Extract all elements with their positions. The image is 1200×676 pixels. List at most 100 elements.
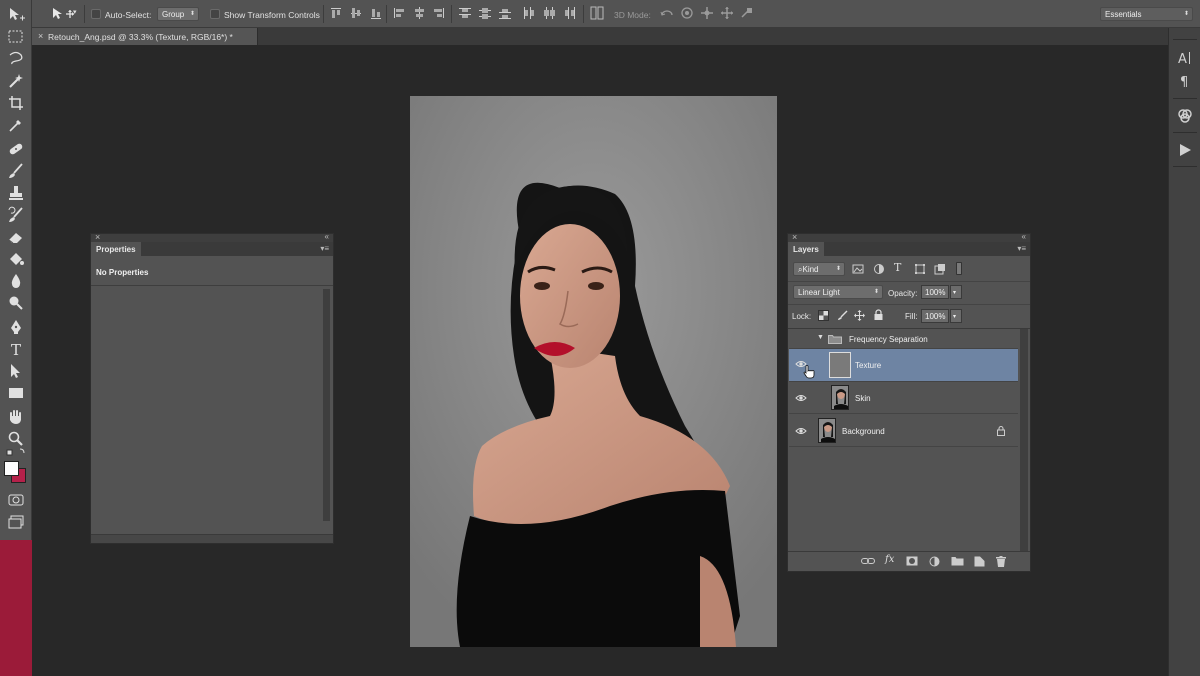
delete-layer-icon[interactable] [996, 556, 1006, 567]
align-hcenter-icon[interactable] [413, 6, 425, 20]
layer-list: ▼ Frequency Separation Texture Skin Back… [788, 329, 1020, 551]
add-layer-style-icon[interactable]: fx [885, 554, 894, 565]
new-adjustment-layer-icon[interactable] [929, 556, 940, 567]
path-selection-tool-icon[interactable] [6, 362, 26, 380]
close-tab-icon[interactable]: × [38, 31, 43, 41]
3d-rotate-icon[interactable] [659, 6, 675, 20]
paint-bucket-tool-icon[interactable] [6, 250, 26, 268]
crop-tool-icon[interactable] [6, 94, 26, 112]
swap-colors-icon[interactable] [6, 447, 26, 459]
visibility-eye-icon[interactable] [795, 427, 807, 435]
panel-menu-icon[interactable]: ▾≡ [320, 244, 329, 253]
distribute-bottom-icon[interactable] [498, 6, 512, 20]
foreground-color-swatch[interactable] [4, 461, 19, 476]
auto-select-dropdown[interactable]: Group ⬍ [157, 7, 199, 21]
distribute-right-icon[interactable] [562, 6, 576, 20]
document-canvas[interactable] [410, 96, 777, 647]
filter-pixel-icon[interactable] [852, 263, 864, 275]
3d-pan-icon[interactable] [700, 6, 714, 20]
lock-all-icon[interactable] [873, 309, 884, 321]
blur-tool-icon[interactable] [6, 272, 26, 290]
clone-stamp-tool-icon[interactable] [6, 184, 26, 202]
layer-thumbnail [818, 418, 836, 443]
show-transform-checkbox[interactable] [210, 9, 220, 19]
filter-adjustment-icon[interactable] [873, 263, 885, 275]
properties-scrollbar[interactable] [323, 289, 330, 521]
align-bottom-icon[interactable] [370, 6, 382, 20]
tab-properties[interactable]: Properties [91, 242, 141, 256]
filter-type-icon[interactable]: T [894, 261, 901, 274]
close-panel-icon[interactable]: × [792, 232, 797, 242]
blend-mode-dropdown[interactable]: Linear Light ⬍ [793, 285, 883, 299]
eraser-tool-icon[interactable] [6, 228, 26, 246]
auto-align-icon[interactable] [590, 6, 604, 20]
distribute-left-icon[interactable] [522, 6, 536, 20]
panel-menu-icon[interactable]: ▾≡ [1017, 244, 1026, 253]
fill-slider-arrow-icon[interactable]: ▾ [950, 309, 962, 323]
document-tab[interactable]: × Retouch_Ang.psd @ 33.3% (Texture, RGB/… [32, 28, 258, 45]
lasso-tool-icon[interactable] [6, 50, 26, 68]
resize-grip[interactable] [91, 534, 333, 543]
fill-input[interactable]: 100% [921, 309, 949, 323]
collapse-panel-icon[interactable]: « [325, 232, 329, 241]
distribute-vcenter-icon[interactable] [478, 6, 492, 20]
auto-select-checkbox[interactable] [91, 9, 101, 19]
history-brush-tool-icon[interactable] [6, 206, 26, 224]
layer-row-skin[interactable]: Skin [789, 382, 1018, 414]
opacity-input[interactable]: 100% [921, 285, 949, 299]
layers-scrollbar[interactable] [1020, 329, 1028, 551]
distribute-top-icon[interactable] [458, 6, 472, 20]
filter-shape-icon[interactable] [914, 263, 926, 275]
add-mask-icon[interactable] [906, 556, 918, 566]
workspace-dropdown[interactable]: Essentials ⬍ [1100, 7, 1193, 21]
3d-roll-icon[interactable] [680, 6, 694, 20]
brush-tool-icon[interactable] [6, 162, 26, 180]
layer-group-row[interactable]: ▼ Frequency Separation [789, 329, 1018, 349]
close-panel-icon[interactable]: × [95, 232, 100, 242]
new-layer-icon[interactable] [974, 556, 985, 567]
healing-brush-tool-icon[interactable] [6, 140, 26, 158]
align-left-icon[interactable] [393, 6, 405, 20]
filter-toggle-switch[interactable] [956, 262, 962, 275]
screen-mode-icon[interactable] [6, 513, 26, 531]
tools-panel: T [0, 0, 32, 540]
align-vcenter-icon[interactable] [350, 6, 362, 20]
opacity-slider-arrow-icon[interactable]: ▾ [950, 285, 962, 299]
move-tool-icon[interactable] [6, 6, 26, 24]
collapse-panel-icon[interactable]: « [1022, 232, 1026, 241]
rectangle-tool-icon[interactable] [6, 384, 26, 402]
filter-kind-dropdown[interactable]: ⌕Kind ⬍ [793, 262, 845, 276]
tool-preset-arrow-icon[interactable]: ▾ [73, 8, 77, 16]
quick-select-tool-icon[interactable] [6, 72, 26, 90]
align-top-icon[interactable] [330, 6, 342, 20]
character-panel-icon[interactable]: A [1169, 48, 1200, 68]
filter-smart-object-icon[interactable] [934, 263, 946, 275]
pen-tool-icon[interactable] [6, 318, 26, 336]
svg-text:A: A [1178, 52, 1187, 67]
marquee-tool-icon[interactable] [6, 28, 26, 46]
paragraph-panel-icon[interactable]: ¶ [1169, 71, 1200, 91]
layer-row-texture[interactable]: Texture [789, 349, 1018, 381]
distribute-hcenter-icon[interactable] [542, 6, 556, 20]
new-group-icon[interactable] [951, 556, 964, 566]
3d-scale-icon[interactable] [740, 6, 754, 20]
link-layers-icon[interactable] [861, 556, 875, 566]
lock-position-icon[interactable] [854, 310, 865, 321]
layer-row-background[interactable]: Background [789, 415, 1018, 447]
actions-panel-icon[interactable] [1169, 140, 1200, 160]
group-expand-arrow-icon[interactable]: ▼ [817, 334, 824, 341]
lock-pixels-icon[interactable] [837, 310, 848, 321]
hand-tool-icon[interactable] [6, 408, 26, 426]
zoom-tool-icon[interactable] [6, 430, 26, 448]
document-tab-title: Retouch_Ang.psd @ 33.3% (Texture, RGB/16… [48, 32, 233, 42]
align-right-icon[interactable] [433, 6, 445, 20]
quick-mask-icon[interactable] [6, 491, 26, 509]
lock-transparent-icon[interactable] [818, 310, 829, 321]
3d-slide-icon[interactable] [720, 6, 734, 20]
type-tool-icon[interactable]: T [6, 340, 26, 358]
tab-layers[interactable]: Layers [788, 242, 824, 256]
dodge-tool-icon[interactable] [6, 294, 26, 312]
visibility-eye-icon[interactable] [795, 394, 807, 402]
color-panel-icon[interactable] [1169, 106, 1200, 126]
eyedropper-tool-icon[interactable] [6, 116, 26, 134]
